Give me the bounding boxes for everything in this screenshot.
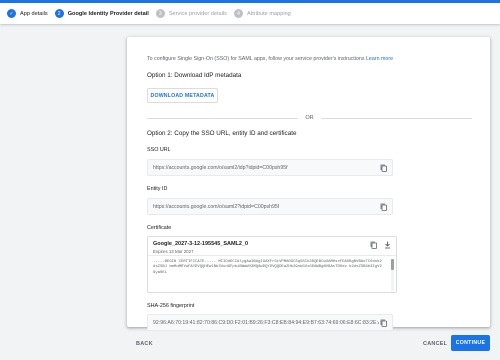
download-metadata-button[interactable]: DOWNLOAD METADATA	[147, 88, 218, 103]
certificate-label: Certificate	[147, 225, 172, 231]
divider-line	[147, 117, 299, 119]
copy-icon[interactable]	[379, 164, 387, 172]
intro-text: To configure Single Sign-On (SSO) for SA…	[147, 56, 472, 66]
step-label: Google Identity Provider detail	[67, 10, 149, 17]
step-number: 4	[233, 9, 243, 18]
option1-title: Option 1: Download IdP metadata	[147, 72, 242, 79]
certificate-actions	[369, 241, 391, 249]
step-label: App details	[20, 10, 48, 17]
step-number: 2	[54, 9, 64, 18]
divider-line	[320, 117, 473, 119]
copy-icon[interactable]	[369, 241, 377, 249]
copy-icon[interactable]	[379, 319, 387, 327]
step-label: Attribute mapping	[246, 10, 291, 17]
download-icon[interactable]	[383, 241, 391, 249]
fingerprint-value: 92:96:A6:70:19:41:82:70:86:C9:D0:F2:01:B…	[153, 319, 380, 326]
option2-title: Option 2: Copy the SSO URL, entity ID an…	[147, 130, 297, 137]
intro-sentence: To configure Single Sign-On (SSO) for SA…	[147, 56, 365, 62]
continue-button[interactable]: CONTINUE	[451, 335, 490, 351]
scrollbar-thumb[interactable]	[391, 259, 394, 270]
stepper-header: ✓ App details 2 Google Identity Provider…	[0, 0, 500, 24]
step-app-details[interactable]: ✓ App details	[7, 9, 48, 18]
or-text: OR	[305, 115, 314, 121]
check-icon: ✓	[7, 9, 16, 18]
back-button[interactable]: BACK	[136, 341, 153, 347]
cancel-button[interactable]: CANCEL	[423, 341, 447, 347]
certificate-body: -----BEGIN CERTIFICATE----- MIIDdDCCAlyg…	[153, 260, 382, 275]
or-divider: OR	[147, 115, 473, 121]
sso-url-field[interactable]: https://accounts.google.com/o/saml2/idp?…	[147, 159, 393, 176]
entity-id-label: Entity ID	[147, 186, 168, 192]
fingerprint-label: SHA-256 fingerprint	[147, 303, 195, 309]
step-label: Service provider details	[168, 10, 227, 17]
entity-id-field[interactable]: https://accounts.google.com/o/saml2?idpi…	[147, 198, 393, 215]
sso-url-label: SSO URL	[147, 147, 171, 153]
certificate-scrollbar[interactable]	[391, 259, 394, 291]
learn-more-link[interactable]: Learn more	[366, 56, 393, 62]
certificate-expiry: Expires 13 Mar 2027	[153, 249, 194, 254]
certificate-name: Google_2027-3-12-195545_SAML2_0	[153, 241, 249, 247]
step-idp-details[interactable]: 2 Google Identity Provider detail	[54, 9, 149, 18]
step-attribute-mapping[interactable]: 4 Attribute mapping	[233, 9, 291, 18]
step-service-provider[interactable]: 3 Service provider details	[155, 9, 227, 18]
entity-id-value: https://accounts.google.com/o/saml2?idpi…	[153, 203, 280, 210]
certificate-box: Google_2027-3-12-195545_SAML2_0 Expires …	[147, 236, 397, 293]
sso-url-value: https://accounts.google.com/o/saml2/idp?…	[153, 164, 288, 171]
copy-icon[interactable]	[379, 203, 387, 211]
idp-details-card: To configure Single Sign-On (SSO) for SA…	[127, 37, 490, 331]
fingerprint-field[interactable]: 92:96:A6:70:19:41:82:70:86:C9:D0:F2:01:B…	[147, 314, 393, 331]
step-number: 3	[155, 9, 165, 18]
certificate-header: Google_2027-3-12-195545_SAML2_0 Expires …	[148, 237, 396, 256]
